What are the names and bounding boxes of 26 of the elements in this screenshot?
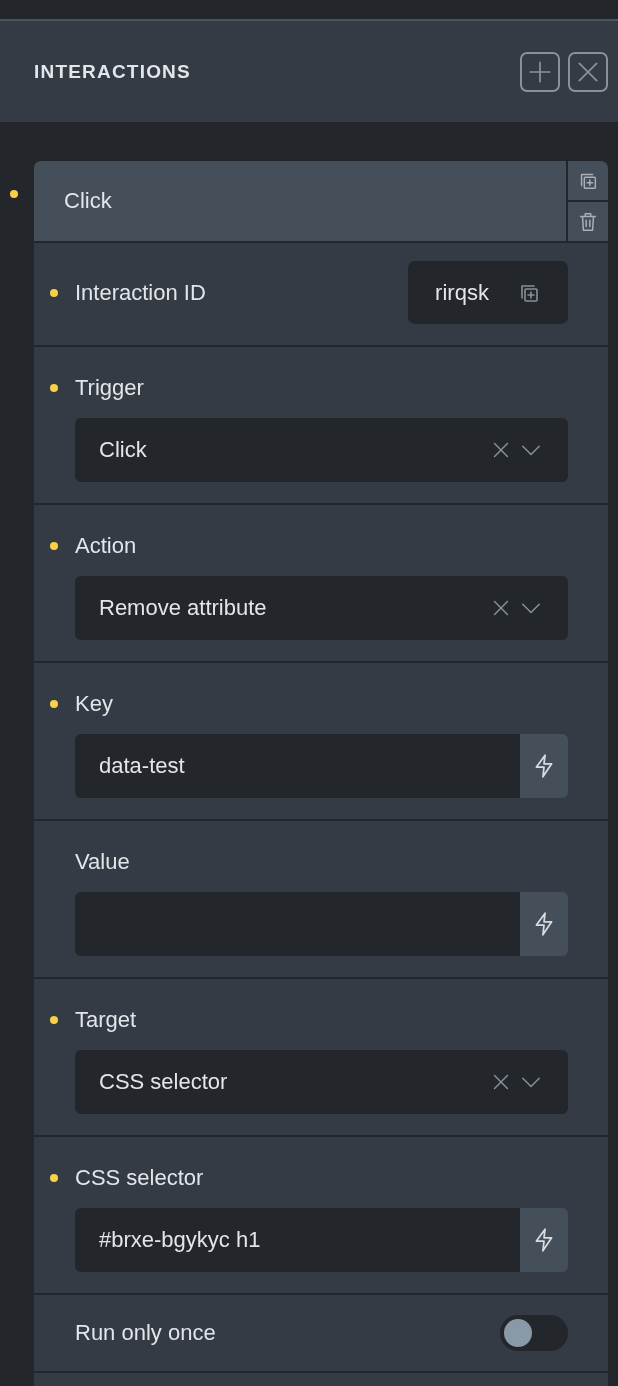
duplicate-button[interactable] (568, 161, 608, 200)
input-field[interactable] (75, 892, 520, 956)
field-label: Run only once (75, 1320, 216, 1346)
field-label: Value (75, 849, 130, 875)
input-field[interactable]: #brxe-bgykyc h1 (75, 1208, 520, 1272)
trash-icon (577, 210, 599, 233)
field-label: Trigger (75, 375, 144, 401)
select-field[interactable]: Remove attribute (75, 576, 568, 640)
field-label: Target (75, 1007, 137, 1033)
dynamic-data-button[interactable] (520, 734, 568, 798)
toggle-switch[interactable] (500, 1315, 568, 1351)
dynamic-data-button[interactable] (520, 1208, 568, 1272)
add-button[interactable] (520, 51, 560, 92)
delete-button[interactable] (568, 202, 608, 241)
field-label: Key (75, 691, 113, 717)
select-field[interactable]: Click (75, 418, 568, 482)
dynamic-data-button[interactable] (520, 892, 568, 956)
field-label: Action (75, 533, 137, 559)
id-field[interactable]: rirqsk (408, 261, 568, 324)
field-label: CSS selector (75, 1165, 204, 1191)
interaction-title[interactable]: Click (34, 161, 566, 241)
input-field[interactable]: data-test (75, 734, 520, 798)
field-label: Interaction ID (75, 279, 206, 306)
panel-title: INTERACTIONS (34, 60, 192, 83)
close-button[interactable] (568, 51, 608, 92)
select-field[interactable]: CSS selector (75, 1050, 568, 1114)
